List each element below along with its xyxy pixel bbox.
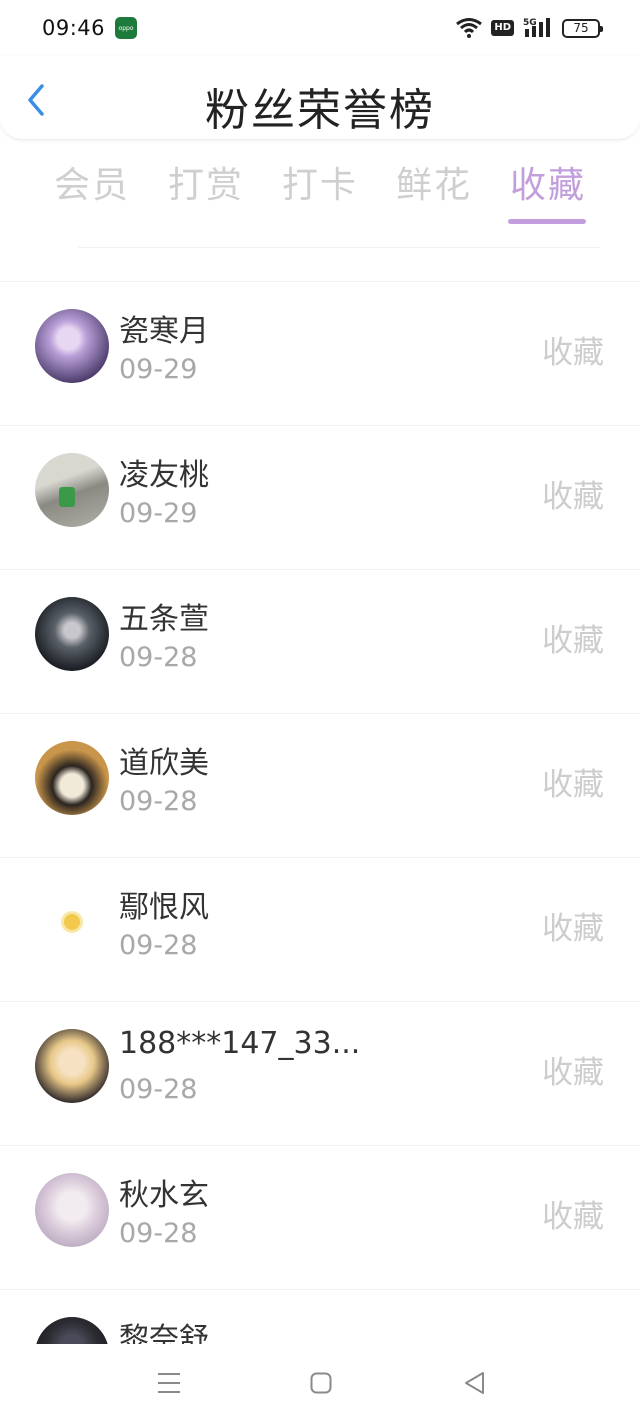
fan-date: 09-28 xyxy=(119,642,198,673)
system-nav-bar xyxy=(0,1344,640,1422)
avatar[interactable] xyxy=(35,741,109,815)
fan-list: 瓷寒月 09-29 收藏 凌友桃 09-29 收藏 五条萱 09-28 收藏 道… xyxy=(0,281,640,1349)
fan-date: 09-28 xyxy=(119,930,198,961)
tab-checkin[interactable]: 打卡 xyxy=(270,156,370,208)
home-square-icon xyxy=(310,1372,332,1394)
list-item[interactable]: 秋水玄 09-28 收藏 xyxy=(0,1145,640,1289)
favorite-label: 收藏 xyxy=(542,1055,604,1091)
list-item[interactable]: 188***147_33... 09-28 收藏 xyxy=(0,1001,640,1145)
list-item[interactable]: 道欣美 09-28 收藏 xyxy=(0,713,640,857)
favorite-label: 收藏 xyxy=(542,767,604,803)
tab-favorites[interactable]: 收藏 xyxy=(498,156,598,208)
fan-date: 09-28 xyxy=(119,786,198,817)
avatar[interactable] xyxy=(35,309,109,383)
status-bar: 09:46 oppo HD 5G 75 xyxy=(0,0,640,56)
wifi-icon xyxy=(456,18,483,38)
sun-icon xyxy=(64,914,80,930)
fan-name: 鄢恨风 xyxy=(119,890,209,925)
tab-membership[interactable]: 会员 xyxy=(42,156,142,208)
menu-icon xyxy=(158,1373,180,1393)
fan-name: 188***147_33... xyxy=(119,1026,361,1061)
avatar[interactable] xyxy=(35,597,109,671)
app-header: 粉丝荣誉榜 xyxy=(0,56,640,140)
fan-name: 秋水玄 xyxy=(119,1178,209,1213)
tab-bar: 会员 打赏 打卡 鲜花 收藏 xyxy=(0,156,640,232)
fan-name: 凌友桃 xyxy=(119,458,209,493)
avatar[interactable] xyxy=(35,1029,109,1103)
tab-reward[interactable]: 打赏 xyxy=(156,156,256,208)
list-item[interactable]: 凌友桃 09-29 收藏 xyxy=(0,425,640,569)
avatar[interactable] xyxy=(35,885,109,959)
fan-name: 五条萱 xyxy=(119,602,209,637)
avatar[interactable] xyxy=(35,453,109,527)
home-button[interactable] xyxy=(301,1368,341,1398)
oppo-app-icon: oppo xyxy=(115,17,138,39)
favorite-label: 收藏 xyxy=(542,623,604,659)
tab-flowers[interactable]: 鲜花 xyxy=(384,156,484,208)
list-item[interactable]: 五条萱 09-28 收藏 xyxy=(0,569,640,713)
favorite-label: 收藏 xyxy=(542,335,604,371)
battery-icon: 75 xyxy=(562,18,603,38)
signal-5g-icon: 5G xyxy=(523,18,550,37)
favorite-label: 收藏 xyxy=(542,1199,604,1235)
fan-date: 09-29 xyxy=(119,354,198,385)
active-tab-indicator xyxy=(508,219,586,224)
menu-button[interactable] xyxy=(149,1368,189,1398)
status-time: 09:46 xyxy=(42,16,106,40)
hd-badge: HD xyxy=(491,20,514,36)
divider xyxy=(78,247,600,248)
list-item[interactable]: 鄢恨风 09-28 收藏 xyxy=(0,857,640,1001)
fan-date: 09-28 xyxy=(119,1218,198,1249)
fan-date: 09-29 xyxy=(119,498,198,529)
favorite-label: 收藏 xyxy=(542,479,604,515)
fan-date: 09-28 xyxy=(119,1074,198,1105)
favorite-label: 收藏 xyxy=(542,911,604,947)
list-item[interactable]: 瓷寒月 09-29 收藏 xyxy=(0,281,640,425)
status-icons: HD 5G 75 xyxy=(456,17,603,39)
avatar[interactable] xyxy=(35,1173,109,1247)
list-item[interactable]: 黎奈舒 xyxy=(0,1289,640,1349)
page-title: 粉丝荣誉榜 xyxy=(205,85,435,136)
fan-name: 道欣美 xyxy=(119,746,209,781)
fan-name: 瓷寒月 xyxy=(119,314,209,349)
nav-back-button[interactable] xyxy=(454,1368,494,1398)
back-triangle-icon xyxy=(465,1372,484,1394)
